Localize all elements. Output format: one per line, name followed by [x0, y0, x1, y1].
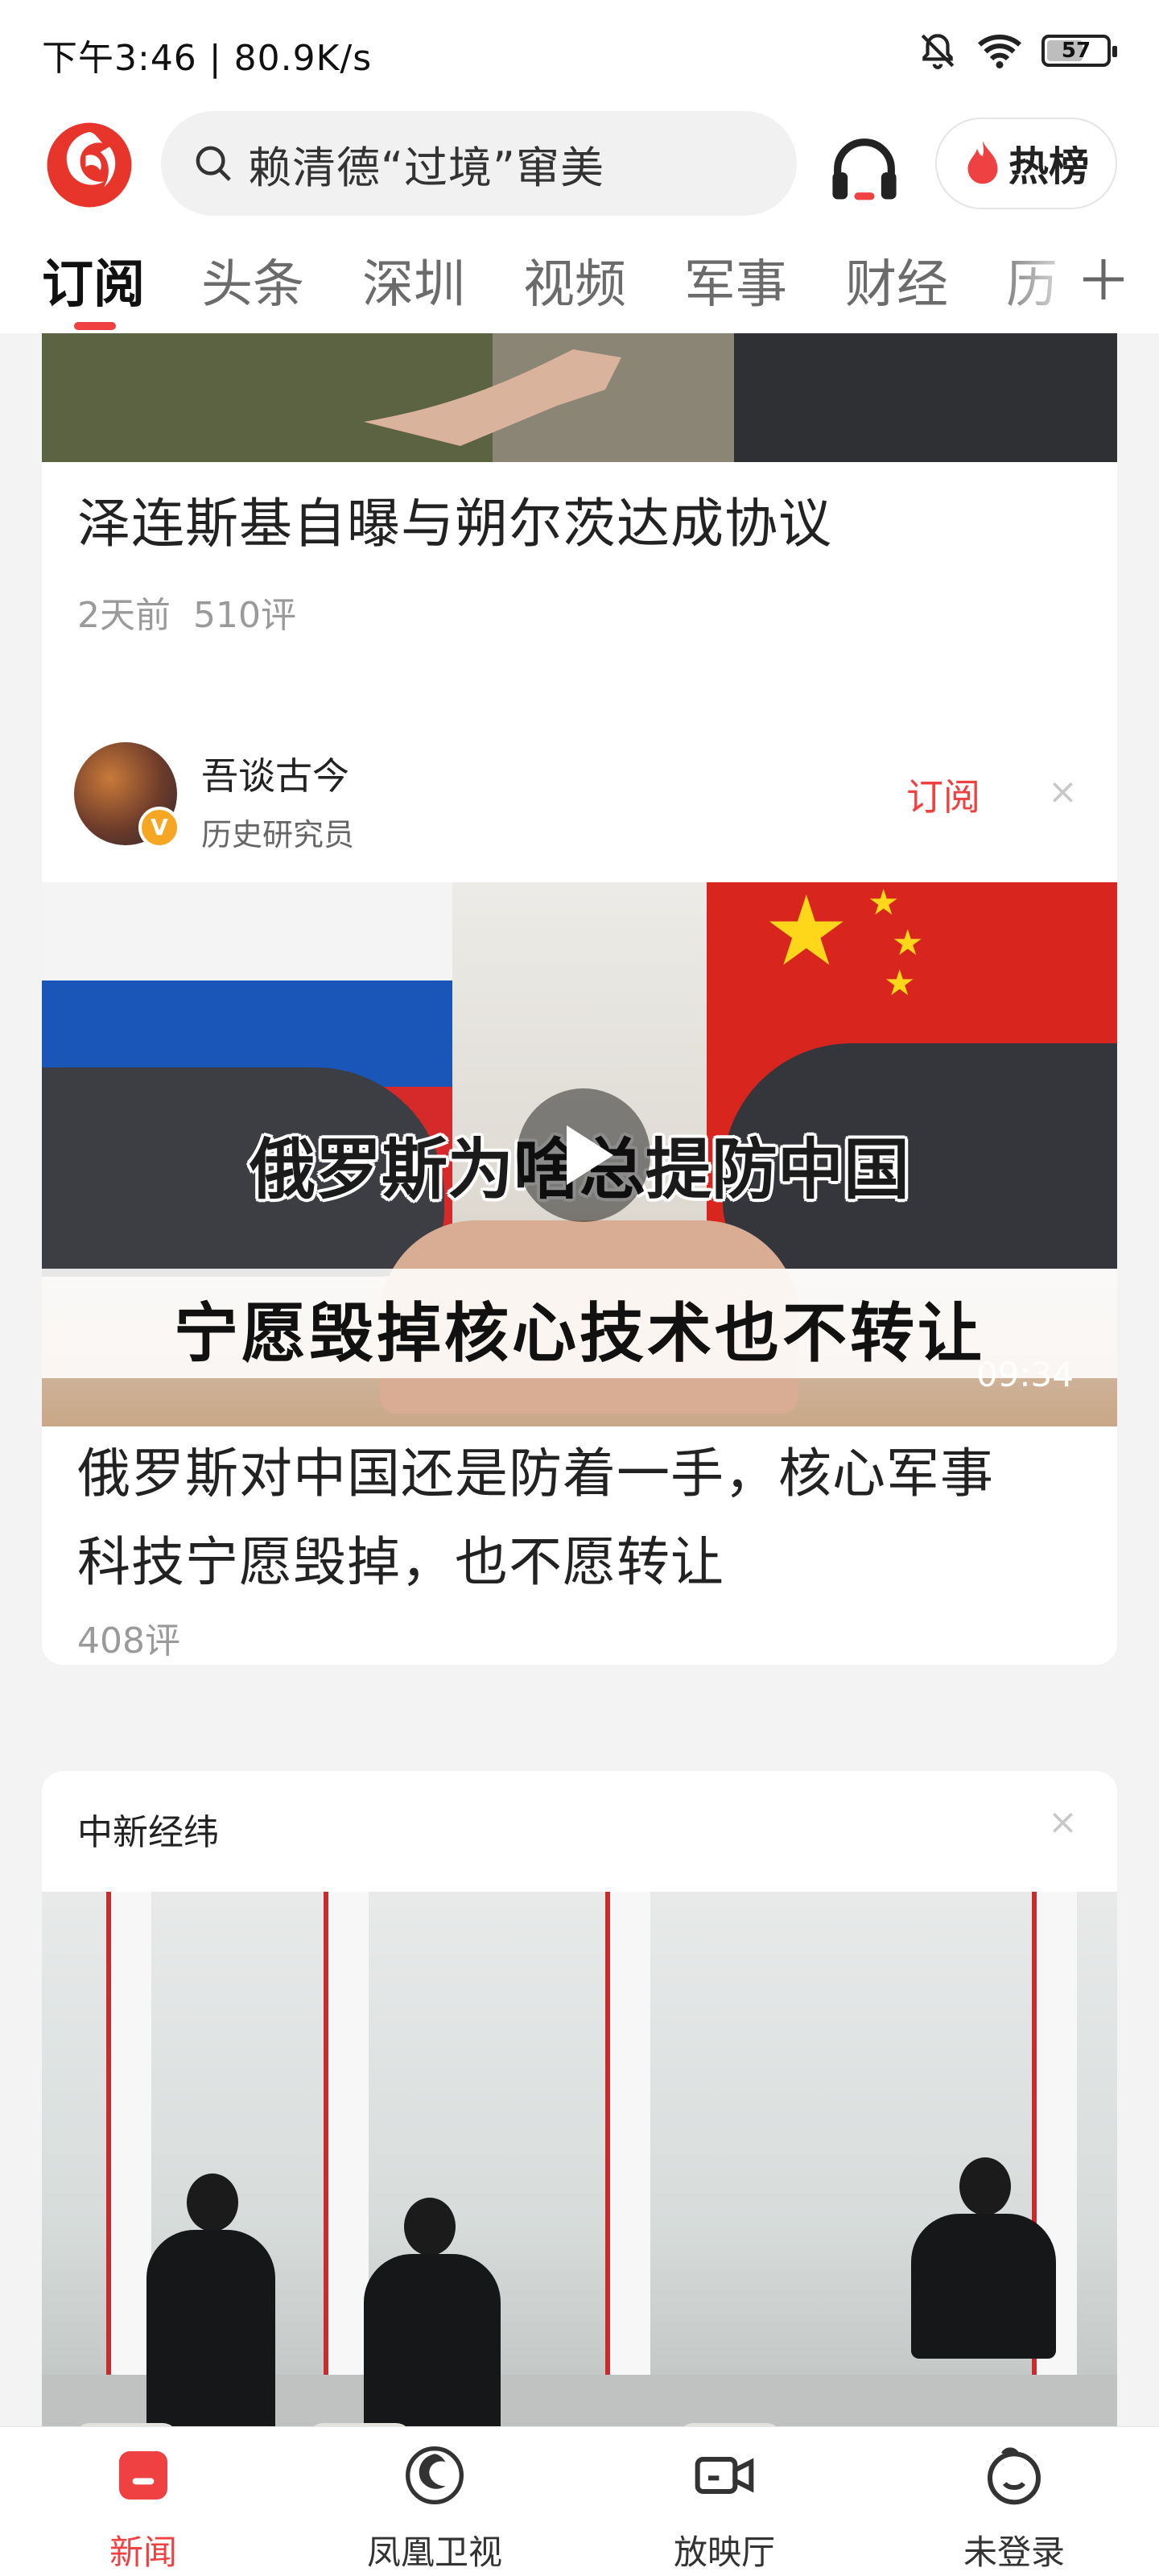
search-icon [196, 146, 231, 181]
video-card[interactable]: V 吾谈古今 历史研究员 订阅 × ★ ★ ★ ★ 俄罗斯为啥总提防中国 宁愿毁… [42, 708, 1117, 1665]
status-bar: 下午3:46 | 80.9K/s 57 [0, 0, 1159, 105]
user-icon [988, 2447, 1041, 2505]
video-thumbnail[interactable]: ★ ★ ★ ★ 俄罗斯为啥总提防中国 宁愿毁掉核心技术也不转让 09:34 [42, 882, 1117, 1426]
clerk-figure [911, 2214, 1056, 2359]
verified-badge-icon: V [138, 807, 180, 848]
nav-news-label: 新闻 [109, 2533, 177, 2572]
author-description: 历史研究员 [201, 817, 355, 852]
wifi-icon [978, 35, 1021, 68]
pillar [605, 1892, 650, 2426]
channel-tabs: 订阅 头条 深圳 视频 军事 财经 历 [0, 225, 1159, 333]
nav-profile-label: 未登录 [963, 2533, 1065, 2572]
nav-phoenix-tv[interactable]: 凤凰卫视 [354, 2443, 515, 2574]
tab-finance[interactable]: 财经 [845, 243, 948, 317]
news-card[interactable]: 中新经纬 × [42, 1771, 1117, 2426]
close-icon[interactable]: × [1048, 771, 1078, 812]
news-title-line-2[interactable]: 科技宁愿毁掉，也不愿转让 [77, 1518, 724, 1607]
news-photo[interactable] [42, 1892, 1117, 2426]
news-icon [119, 2451, 167, 2500]
hot-list-button[interactable]: 热榜 [935, 118, 1117, 209]
news-title[interactable]: 泽连斯基自曝与朔尔茨达成协议 [77, 480, 832, 568]
headphone-icon[interactable] [824, 129, 905, 209]
battery-level: 57 [1061, 39, 1091, 63]
pillar [106, 1892, 151, 2426]
news-time: 2天前 [77, 595, 171, 636]
nav-profile[interactable]: 未登录 [934, 2443, 1095, 2574]
nav-theater[interactable]: 放映厅 [644, 2443, 805, 2574]
news-meta: 2天前 510评 [77, 586, 296, 638]
play-icon[interactable] [517, 1088, 650, 1222]
bell-muted-icon [921, 34, 955, 69]
person-head [187, 2174, 238, 2231]
customer-figure [146, 2230, 275, 2426]
person-head [404, 2198, 456, 2256]
status-time-network: 下午3:46 | 80.9K/s [42, 38, 373, 79]
status-icons: 57 [918, 31, 1117, 71]
tab-headlines[interactable]: 头条 [201, 243, 304, 317]
pillar [324, 1892, 369, 2426]
bottom-navigation: 新闻 凤凰卫视 放映厅 未登录 [0, 2426, 1159, 2576]
plus-icon [1083, 259, 1124, 299]
tab-video[interactable]: 视频 [523, 243, 626, 317]
source-name[interactable]: 中新经纬 [77, 1803, 219, 1855]
news-image [42, 333, 1117, 462]
search-placeholder: 赖清德“过境”窜美 [248, 142, 604, 193]
phoenix-tv-icon [406, 2446, 464, 2504]
author-name[interactable]: 吾谈古今 [201, 747, 349, 800]
tab-fade [990, 225, 1087, 333]
battery-icon: 57 [1041, 35, 1117, 67]
top-header: 赖清德“过境”窜美 热榜 [0, 105, 1159, 225]
hot-list-label: 热榜 [1008, 143, 1089, 190]
news-title-line-1[interactable]: 俄罗斯对中国还是防着一手，核心军事 [77, 1430, 994, 1518]
nav-phoenix-tv-label: 凤凰卫视 [366, 2533, 502, 2572]
flame-icon [967, 141, 998, 184]
search-input[interactable]: 赖清德“过境”窜美 [161, 111, 797, 216]
person-head [959, 2157, 1011, 2215]
tab-shenzhen[interactable]: 深圳 [362, 243, 465, 317]
video-duration: 09:34 [975, 1355, 1074, 1394]
news-comments[interactable]: 510评 [193, 595, 296, 636]
video-camera-icon [695, 2457, 754, 2494]
close-icon[interactable]: × [1048, 1802, 1078, 1843]
tab-military[interactable]: 军事 [684, 243, 787, 317]
tab-subscribe[interactable]: 订阅 [42, 243, 145, 317]
news-feed[interactable]: 泽连斯基自曝与朔尔茨达成协议 2天前 510评 V 吾谈古今 历史研究员 订阅 ×… [0, 333, 1159, 2426]
nav-theater-label: 放映厅 [673, 2533, 775, 2572]
add-channel-button[interactable] [1075, 243, 1132, 316]
active-tab-indicator [74, 322, 116, 330]
customer-figure [364, 2254, 501, 2426]
news-comments[interactable]: 408评 [77, 1612, 180, 1663]
hand-gesture-illustration [42, 333, 1117, 462]
nav-news[interactable]: 新闻 [63, 2443, 224, 2574]
phoenix-logo-icon[interactable] [43, 119, 135, 211]
video-caption-bottom: 宁愿毁掉核心技术也不转让 [174, 1295, 985, 1371]
subscribe-button[interactable]: 订阅 [906, 768, 980, 821]
